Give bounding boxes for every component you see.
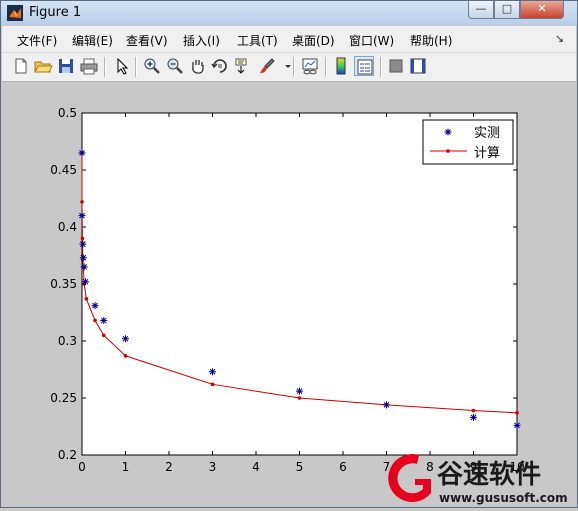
y-tick-label: 0.3 [58,334,77,348]
legend-label-measured: 实测 [474,126,500,141]
show-plot-tools-icon[interactable] [408,56,428,76]
matlab-logo-icon [7,5,23,21]
figure-window: Figure 1 — □ ✕ 文件(F) 编辑(E) 查看(V) 插入(I) 工… [0,0,578,508]
maximize-button[interactable]: □ [494,1,520,19]
measured-point [296,387,303,395]
x-tick-label: 0 [78,460,86,474]
measured-point [79,240,87,248]
pan-hand-icon[interactable] [188,56,208,76]
gususoft-logo-icon [388,454,431,503]
y-tick-label: 0.25 [50,391,77,405]
menu-tools[interactable]: 工具(T) [237,32,278,49]
window-title: Figure 1 [29,5,82,20]
link-plot-icon[interactable] [300,56,320,76]
hide-plot-tools-icon[interactable] [386,56,406,76]
x-tick-label: 4 [252,460,260,474]
zoom-in-icon[interactable] [142,56,162,76]
legend-label-calculated: 计算 [474,146,500,161]
measured-point [122,335,129,343]
menu-bar: 文件(F) 编辑(E) 查看(V) 插入(I) 工具(T) 桌面(D) 窗口(W… [2,26,576,53]
y-tick-label: 0.5 [58,106,77,120]
y-tick-label: 0.2 [58,448,77,462]
menu-window[interactable]: 窗口(W) [349,32,394,49]
measured-point [78,149,86,157]
new-figure-icon[interactable] [11,56,31,76]
watermark-brand-text: 谷速软件 [437,460,541,490]
close-button[interactable]: ✕ [520,1,564,19]
colorbar-icon[interactable] [331,56,351,76]
calculated-point [210,382,215,387]
toolbar-separator [293,57,295,77]
calculated-point [80,200,84,204]
y-tick-label: 0.45 [50,163,77,177]
calculated-point [471,408,476,413]
measured-point [100,316,108,324]
calculated-point [93,318,97,323]
watermark-logo: 谷速软件 www.gususoft.com [379,449,577,507]
menu-view[interactable]: 查看(V) [126,32,168,49]
data-cursor-icon[interactable] [233,56,253,76]
measured-point [383,401,390,409]
menu-edit[interactable]: 编辑(E) [72,32,113,49]
dock-arrow-icon[interactable]: ↘ [555,32,564,45]
x-tick-label: 3 [209,460,217,474]
measured-point [470,413,477,421]
calculated-point [515,411,519,415]
plot-svg: 0 1 2 3 4 5 6 7 8 9 100.20.250.30.350.40.450.5 实测 … [50,106,524,474]
calculated-point [297,396,302,400]
watermark-url-text: www.gususoft.com [439,491,568,505]
figure-toolbar [2,53,576,82]
toolbar-separator [104,57,106,77]
toolbar-separator [135,57,137,77]
toolbar-separator [325,57,327,77]
print-icon[interactable] [79,56,99,76]
menu-insert[interactable]: 插入(I) [183,32,220,49]
calculated-point [101,333,106,338]
measured-point [78,212,86,220]
open-file-icon[interactable] [33,56,53,76]
rotate-3d-icon[interactable] [210,56,230,76]
x-tick-label: 5 [296,460,304,474]
calculated-point [123,354,128,358]
save-icon[interactable] [56,56,76,76]
measured-point [79,254,87,262]
edit-plot-arrow-icon[interactable] [112,56,132,76]
x-tick-label: 6 [339,460,347,474]
menu-help[interactable]: 帮助(H) [410,32,452,49]
calculated-point [84,297,89,301]
legend-icon[interactable] [354,56,374,76]
menu-desktop[interactable]: 桌面(D) [292,32,335,49]
measured-point [513,421,521,429]
minimize-button[interactable]: — [468,1,494,19]
title-bar[interactable]: Figure 1 — □ ✕ [1,1,577,25]
measured-point [80,263,88,271]
figure-area: 0 1 2 3 4 5 6 7 8 9 10 0.2 0.25 0.3 0.35 0.4 0.45 0.5 实测 … [2,82,576,507]
legend-marker-calculated [446,149,450,153]
brush-icon[interactable] [257,56,277,76]
menu-file[interactable]: 文件(F) [17,32,57,49]
toolbar-separator [380,57,382,77]
measured-point [91,302,99,310]
brush-dropdown-icon[interactable] [278,56,291,76]
calculated-point [80,236,85,241]
x-tick-label: 2 [165,460,173,474]
y-tick-label: 0.35 [50,277,77,291]
x-tick-label: 1 [122,460,130,474]
zoom-out-icon[interactable] [165,56,185,76]
measured-point [81,278,89,286]
legend-marker-measured [444,128,452,136]
y-tick-label: 0.4 [58,220,77,234]
measured-point [209,368,216,376]
legend-box[interactable]: 实测 计算 [422,119,514,165]
